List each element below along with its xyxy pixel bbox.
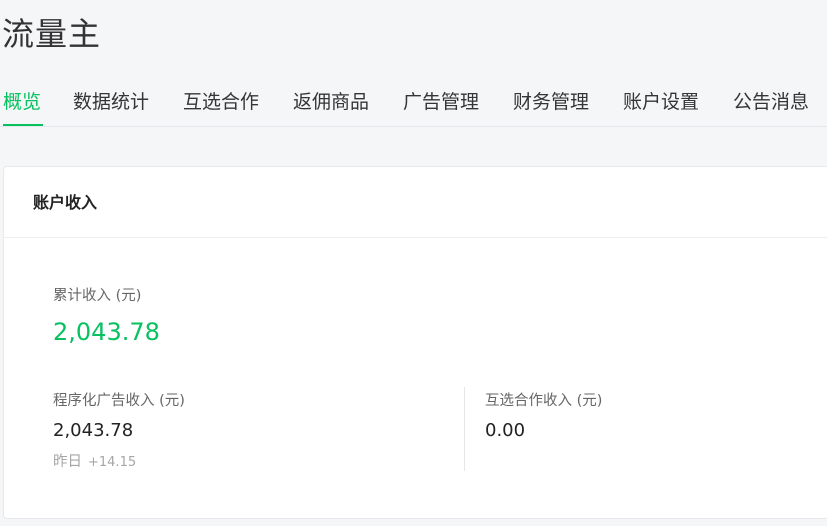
page: 流量主 概览 数据统计 互选合作 返佣商品 广告管理 财务管理 账户设置 公告消… bbox=[0, 0, 827, 526]
tab-commission-goods[interactable]: 返佣商品 bbox=[293, 88, 369, 116]
tab-announcements[interactable]: 公告消息 bbox=[733, 88, 809, 116]
main-tab-bar: 概览 数据统计 互选合作 返佣商品 广告管理 财务管理 账户设置 公告消息 bbox=[0, 80, 827, 127]
app-title: 流量主 bbox=[2, 15, 102, 53]
tab-account-settings[interactable]: 账户设置 bbox=[623, 88, 699, 116]
tab-ad-management[interactable]: 广告管理 bbox=[403, 88, 479, 116]
card-title: 账户收入 bbox=[33, 193, 98, 212]
yesterday-label: 昨日 bbox=[53, 454, 82, 470]
tab-finance-management[interactable]: 财务管理 bbox=[513, 88, 589, 116]
column-divider bbox=[464, 387, 465, 471]
tab-data-statistics[interactable]: 数据统计 bbox=[73, 88, 149, 116]
mutual-selection-income-value: 0.00 bbox=[485, 420, 526, 441]
account-income-card: 账户收入 累计收入 (元) 2,043.78 程序化广告收入 (元) 2,043… bbox=[3, 166, 827, 519]
total-income-label: 累计收入 (元) bbox=[53, 288, 142, 304]
tab-mutual-selection[interactable]: 互选合作 bbox=[183, 88, 259, 116]
yesterday-delta: +14.15 bbox=[88, 455, 137, 470]
mutual-selection-income-label: 互选合作收入 (元) bbox=[485, 393, 603, 409]
programmatic-ad-income-value: 2,043.78 bbox=[53, 420, 134, 441]
card-header: 账户收入 bbox=[4, 167, 827, 238]
programmatic-ad-income-label: 程序化广告收入 (元) bbox=[53, 393, 185, 409]
total-income-value: 2,043.78 bbox=[53, 318, 160, 346]
active-tab-indicator bbox=[3, 124, 43, 126]
tab-overview[interactable]: 概览 bbox=[3, 88, 41, 116]
yesterday-change: 昨日 +14.15 bbox=[53, 452, 136, 473]
